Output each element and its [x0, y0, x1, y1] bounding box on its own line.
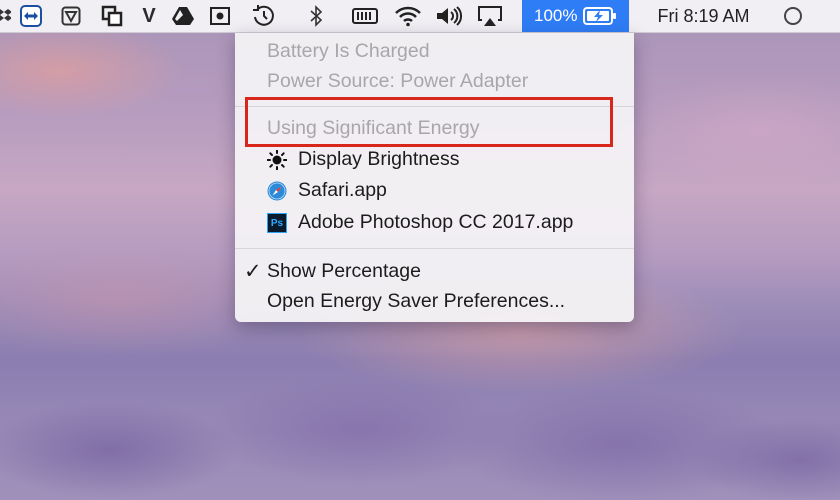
menu-bar: V 100% Fri 8:19 AM [0, 0, 840, 33]
annotation-highlight-box [245, 97, 613, 147]
dropbox-icon[interactable] [0, 0, 14, 32]
menu-separator [235, 248, 634, 249]
airplay-icon[interactable] [466, 0, 514, 32]
screen-record-icon[interactable] [198, 0, 242, 32]
vpn-icon[interactable] [48, 0, 94, 32]
duet-icon[interactable] [94, 0, 130, 32]
brightness-icon [267, 150, 287, 170]
wifi-icon[interactable] [384, 0, 432, 32]
open-energy-saver-item[interactable]: Open Energy Saver Preferences... [235, 290, 634, 316]
menubar-clock[interactable]: Fri 8:19 AM [657, 6, 749, 27]
battery-percent: 100% [534, 6, 578, 25]
google-drive-icon[interactable] [168, 0, 198, 32]
time-machine-icon[interactable] [242, 0, 286, 32]
volume-icon[interactable] [432, 0, 466, 32]
photoshop-icon: Ps [267, 213, 287, 233]
checkmark-icon: ✓ [244, 260, 262, 283]
energy-app-item-safari[interactable]: Safari.app [235, 179, 634, 205]
desktop-wallpaper [0, 310, 840, 500]
energy-app-item-photoshop[interactable]: Ps Adobe Photoshop CC 2017.app [235, 211, 634, 237]
battery-dropdown-menu: Battery Is Charged Power Source: Power A… [235, 33, 634, 322]
battery-charging-icon [583, 7, 617, 25]
bluetooth-icon[interactable] [286, 0, 346, 32]
teamviewer-icon[interactable] [14, 0, 48, 32]
battery-status-menu[interactable]: 100% [522, 0, 630, 32]
energy-app-item-display-brightness[interactable]: Display Brightness [235, 148, 634, 174]
show-percentage-item[interactable]: ✓ Show Percentage [235, 260, 634, 286]
safari-icon [267, 181, 287, 201]
vysor-icon[interactable]: V [130, 0, 168, 32]
ram-icon[interactable] [346, 0, 384, 32]
notification-center-icon[interactable] [778, 0, 808, 32]
